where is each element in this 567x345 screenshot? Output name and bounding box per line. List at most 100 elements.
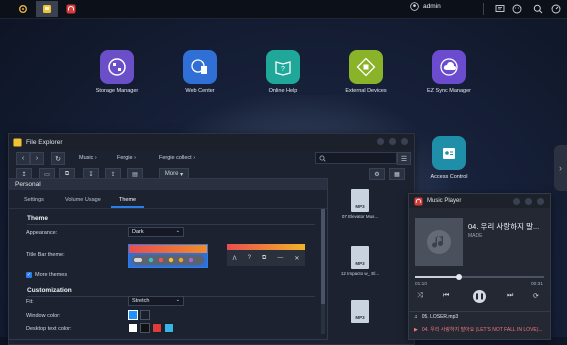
message-icon <box>495 5 505 12</box>
maximize-button[interactable] <box>525 198 532 205</box>
personal-dialog: Personal Settings Volume Usage Theme The… <box>8 178 328 340</box>
breadcrumb-fergie-collect[interactable]: Fergie collect › <box>159 152 195 163</box>
window-color-swatch-dark[interactable] <box>140 310 150 320</box>
progress-fill <box>415 276 459 278</box>
dialog-title: Personal <box>9 179 327 190</box>
appearance-label: Appearance: <box>26 230 58 236</box>
pause-button[interactable]: ❚❚ <box>473 290 486 303</box>
breadcrumb-fergie[interactable]: Fergie › <box>117 152 136 163</box>
theme-preview-controls: ᐱ? ⧉ — ✕ <box>227 250 305 266</box>
dialog-scrollbar[interactable] <box>321 209 325 334</box>
desktop-icon-ez-sync-manager[interactable]: EZ Sync Manager <box>419 50 479 94</box>
taskbar-settings-button[interactable] <box>12 1 34 17</box>
tab-theme[interactable]: Theme <box>111 197 145 208</box>
taskbar-music-player-button[interactable] <box>60 1 82 17</box>
file-item[interactable]: MP3 07 Elevator Mus... <box>340 189 380 219</box>
music-note-icon <box>427 230 451 254</box>
search-icon <box>533 4 543 14</box>
search-input[interactable] <box>315 152 397 164</box>
ez-sync-icon <box>432 50 466 84</box>
list-icon: ☰ <box>400 155 408 163</box>
status-button[interactable] <box>506 1 528 17</box>
playlist-item[interactable]: ♫ 05. LOSER.mp3 <box>409 311 550 322</box>
online-help-icon: ? <box>266 50 300 84</box>
desktop-icon-label: Storage Manager <box>95 88 139 94</box>
time-current: 01:10 <box>415 282 428 287</box>
title-bar-theme-label: Title Bar theme: <box>26 252 65 258</box>
close-button[interactable] <box>537 198 544 205</box>
taskbar-divider <box>483 3 484 15</box>
upload-icon: ↥ <box>21 171 27 178</box>
progress-bar[interactable] <box>415 274 544 280</box>
title-bar-theme-option-dark[interactable]: ᐱ? ⧉ — ✕ <box>227 244 305 266</box>
chevron-down-icon: ⌄ <box>175 228 180 234</box>
desktop-icon-external-devices[interactable]: External Devices <box>336 50 396 94</box>
window-title: File Explorer <box>26 138 63 146</box>
title-bar-theme-option-colorful[interactable] <box>128 244 208 268</box>
text-color-swatch-cyan[interactable] <box>164 323 174 333</box>
widgets-button[interactable] <box>545 1 567 17</box>
settings-button[interactable]: ⚙ <box>369 168 385 180</box>
breadcrumb-music[interactable]: Music › <box>79 152 97 163</box>
username: admin <box>423 3 441 10</box>
taskbar-file-explorer-button[interactable] <box>36 1 58 17</box>
tab-settings[interactable]: Settings <box>24 197 44 203</box>
view-mode-button[interactable]: ▦ <box>389 168 405 180</box>
minimize-icon: — <box>277 255 284 261</box>
scrollbar-thumb[interactable] <box>321 209 325 304</box>
grid-icon: ▦ <box>394 171 400 178</box>
user-menu[interactable]: admin <box>410 2 441 11</box>
tab-bar: Settings Volume Usage Theme <box>9 194 327 209</box>
music-note-icon: ♫ <box>414 314 418 320</box>
desktop-icon-label: External Devices <box>345 88 387 94</box>
download-icon: ↧ <box>88 171 94 178</box>
repeat-icon: ⟳ <box>533 293 539 300</box>
minimize-button[interactable] <box>513 198 520 205</box>
repeat-button[interactable]: ⟳ <box>533 292 539 300</box>
file-explorer-titlebar[interactable]: File Explorer <box>9 134 414 150</box>
copy-icon: ⧉ <box>64 170 70 177</box>
maximize-button[interactable] <box>389 138 396 145</box>
list-view-button[interactable]: ☰ <box>397 152 411 165</box>
desktop-icon-online-help[interactable]: ? Online Help <box>253 50 313 94</box>
text-color-swatch-red[interactable] <box>152 323 162 333</box>
forward-button[interactable]: › <box>30 152 44 165</box>
theme-preview-stripe <box>129 245 207 253</box>
window-color-swatch-blue[interactable] <box>128 310 138 320</box>
tab-volume-usage[interactable]: Volume Usage <box>65 197 101 203</box>
share-icon: ⇪ <box>110 171 116 178</box>
window-controls <box>513 198 544 205</box>
desktop-icon-storage-manager[interactable]: Storage Manager <box>87 50 147 94</box>
shuffle-button[interactable]: ⤨ <box>417 292 423 300</box>
customization-section-heading: Customization <box>27 287 72 294</box>
headphones-icon <box>66 4 76 14</box>
desktop-icon-label: Online Help <box>268 88 298 94</box>
back-button[interactable]: ‹ <box>16 152 30 165</box>
previous-button[interactable]: ⏮ <box>443 292 449 300</box>
fit-select[interactable]: Stretch ⌄ <box>128 296 184 306</box>
file-item[interactable]: MP3 <box>340 300 380 323</box>
text-color-swatch-black[interactable] <box>140 323 150 333</box>
file-item[interactable]: MP3 12 Impacto w_ El... <box>340 246 380 276</box>
minimize-button[interactable] <box>377 138 384 145</box>
skip-back-icon: ⏮ <box>443 292 450 299</box>
svg-text:?: ? <box>281 66 285 73</box>
playlist-item-active[interactable]: ▶ 04. 우리 사랑하지 말아요 (LET'S NOT FALL IN LOV… <box>409 324 550 335</box>
desktop-icon-web-center[interactable]: Web Center <box>170 50 230 94</box>
side-panel-handle[interactable]: › <box>554 145 567 191</box>
window-color-label: Window color: <box>26 313 61 319</box>
next-button[interactable]: ⏭ <box>507 292 513 300</box>
more-themes-checkbox[interactable]: ✓ <box>26 272 32 278</box>
refresh-button[interactable]: ↻ <box>51 152 65 165</box>
song-title: 04. 우리 사랑하지 말... <box>468 222 540 231</box>
skip-forward-icon: ⏭ <box>507 292 514 299</box>
desktop-icon-access-control[interactable]: Access Control <box>419 136 479 180</box>
chevron-down-icon: ⌄ <box>175 297 180 303</box>
gear-icon: ⚙ <box>374 171 380 178</box>
close-button[interactable] <box>401 138 408 145</box>
headphones-icon <box>414 196 423 206</box>
appearance-select[interactable]: Dark ⌄ <box>128 227 184 237</box>
text-color-swatch-white[interactable] <box>128 323 138 333</box>
pause-icon: ❚❚ <box>474 294 485 300</box>
progress-knob[interactable] <box>455 274 462 280</box>
